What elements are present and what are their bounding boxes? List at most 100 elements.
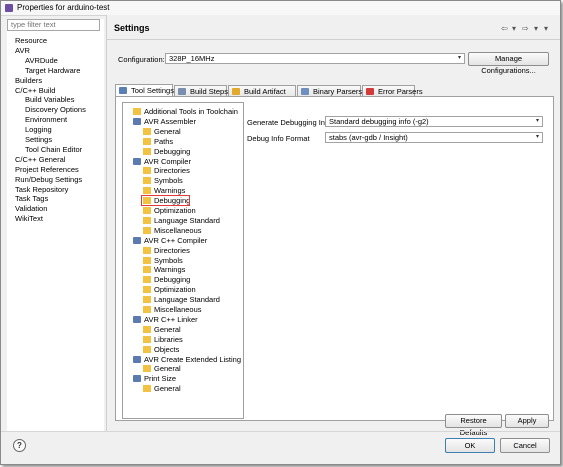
tool-category[interactable]: AVR C++ Linker <box>133 315 198 324</box>
tool-page[interactable]: Symbols <box>143 256 183 265</box>
tool-page[interactable]: General <box>143 384 181 393</box>
nav-item[interactable]: Logging <box>25 125 52 134</box>
tab[interactable]: Tool Settings <box>115 84 174 96</box>
apply-button[interactable]: Apply <box>505 414 549 428</box>
tool-item-label: Directories <box>154 245 190 255</box>
back-dropdown-icon[interactable]: ▾ <box>512 24 516 33</box>
tool-page[interactable]: Paths <box>143 137 173 146</box>
tool-page-icon <box>143 256 151 264</box>
nav-item[interactable]: Validation <box>15 204 47 213</box>
help-icon[interactable]: ? <box>13 439 26 452</box>
debug-info-format-select[interactable]: stabs (avr-gdb / Insight) ▾ <box>325 132 543 143</box>
tool-page-icon <box>143 266 151 274</box>
ok-button[interactable]: OK <box>445 438 495 453</box>
tool-item-label: Symbols <box>154 255 183 265</box>
tool-page[interactable]: Miscellaneous <box>143 305 202 314</box>
nav-item[interactable]: Task Tags <box>15 194 48 203</box>
nav-item[interactable]: Build Variables <box>25 95 74 104</box>
tool-page-icon <box>143 296 151 304</box>
tab[interactable]: Build Steps <box>174 85 228 96</box>
tool-page-icon <box>143 385 151 393</box>
nav-item[interactable]: AVRDude <box>25 56 58 65</box>
tool-page[interactable]: Language Standard <box>143 295 220 304</box>
nav-item[interactable]: C/C++ Build <box>15 86 55 95</box>
tab-label: Build Steps <box>190 87 228 96</box>
selection-highlight <box>141 195 190 207</box>
nav-item[interactable]: WikiText <box>15 214 43 223</box>
tool-category[interactable]: AVR C++ Compiler <box>133 236 207 245</box>
nav-item[interactable]: Builders <box>15 76 42 85</box>
tool-category-icon <box>133 117 141 125</box>
nav-item[interactable]: Settings <box>25 135 52 144</box>
nav-item[interactable]: AVR <box>15 46 30 55</box>
forward-icon[interactable]: ⇨ <box>522 24 529 33</box>
tool-page-icon <box>143 226 151 234</box>
tool-page[interactable]: Warnings <box>143 265 185 274</box>
tool-page[interactable]: Optimization <box>143 285 196 294</box>
tool-page[interactable]: Additional Tools in Toolchain <box>133 107 238 116</box>
tool-page-icon <box>143 147 151 155</box>
nav-item[interactable]: Environment <box>25 115 67 124</box>
tool-page[interactable]: Libraries <box>143 335 183 344</box>
tool-page[interactable]: Debugging <box>143 147 190 156</box>
tool-item-label: Directories <box>154 166 190 176</box>
nav-item[interactable]: Tool Chain Editor <box>25 145 82 154</box>
tab-label: Error Parsers <box>378 87 423 96</box>
configuration-select[interactable]: 328P_16MHz ▾ <box>165 53 465 64</box>
tool-item-label: Language Standard <box>154 215 220 225</box>
nav-item[interactable]: Resource <box>15 36 47 45</box>
tab[interactable]: Binary Parsers <box>297 85 363 96</box>
nav-item[interactable]: Run/Debug Settings <box>15 175 82 184</box>
tool-page[interactable]: Miscellaneous <box>143 226 202 235</box>
tool-page-icon <box>143 177 151 185</box>
tool-item-label: Objects <box>154 344 180 354</box>
tool-page[interactable]: Debugging <box>143 275 190 284</box>
tool-page[interactable]: Directories <box>143 166 190 175</box>
tool-item-label: Symbols <box>154 176 183 186</box>
tool-category[interactable]: AVR Compiler <box>133 157 191 166</box>
restore-defaults-button[interactable]: Restore Defaults <box>445 414 502 437</box>
tab[interactable]: Error Parsers <box>362 85 423 96</box>
tool-item-label: General <box>154 324 181 334</box>
tab[interactable]: Build Artifact <box>228 85 296 96</box>
settings-page: Settings ⇦ ▾ ⇨ ▾ ▾ Configuration: 328P_1… <box>107 15 560 437</box>
cancel-button[interactable]: Cancel <box>500 438 550 453</box>
nav-item[interactable]: Task Repository <box>15 185 68 194</box>
nav-item[interactable]: Project References <box>15 165 79 174</box>
nav-item[interactable]: Discovery Options <box>25 105 86 114</box>
tool-page-icon <box>133 108 141 115</box>
filter-input[interactable] <box>7 19 100 31</box>
forward-dropdown-icon[interactable]: ▾ <box>534 24 538 33</box>
tool-item-label: AVR Create Extended Listing <box>144 354 241 364</box>
tool-page[interactable]: Directories <box>143 246 190 255</box>
tool-category-icon <box>133 236 141 244</box>
manage-configurations-button[interactable]: Manage Configurations... <box>468 52 549 75</box>
tool-category[interactable]: AVR Assembler <box>133 117 196 126</box>
back-icon[interactable]: ⇦ <box>501 24 508 33</box>
tab-label: Binary Parsers <box>313 87 363 96</box>
nav-item[interactable]: C/C++ General <box>15 155 65 164</box>
tool-page[interactable]: General <box>143 364 181 373</box>
tool-item-label: Additional Tools in Toolchain <box>144 107 238 116</box>
tool-page-icon <box>143 187 151 195</box>
tool-page[interactable]: Warnings <box>143 186 185 195</box>
tool-page[interactable]: Language Standard <box>143 216 220 225</box>
tool-page[interactable]: General <box>143 325 181 334</box>
tab-icon <box>178 88 186 95</box>
tool-item-label: Warnings <box>154 265 186 275</box>
tool-page[interactable]: General <box>143 127 181 136</box>
tool-page[interactable]: Objects <box>143 345 179 354</box>
debug-info-format-label: Debug Info Format <box>247 134 310 143</box>
tool-item-label: AVR C++ Linker <box>144 314 198 324</box>
generate-debugging-info-select[interactable]: Standard debugging info (-g2) ▾ <box>325 116 543 127</box>
tool-page-icon <box>143 167 151 175</box>
tool-item-label: General <box>154 126 181 136</box>
tool-page[interactable]: Symbols <box>143 176 183 185</box>
tool-page[interactable]: Optimization <box>143 206 196 215</box>
tool-category[interactable]: AVR Create Extended Listing <box>133 355 241 364</box>
debug-info-format-value: stabs (avr-gdb / Insight) <box>329 133 408 142</box>
nav-item[interactable]: Target Hardware <box>25 66 80 75</box>
tool-category[interactable]: Print Size <box>133 374 176 383</box>
tool-item-label: Debugging <box>154 146 191 156</box>
view-menu-icon[interactable]: ▾ <box>544 24 548 33</box>
